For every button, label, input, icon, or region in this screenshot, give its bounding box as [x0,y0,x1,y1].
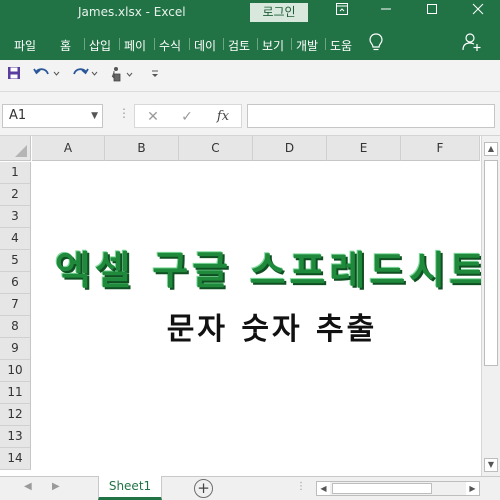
row-header-12[interactable]: 12 [0,404,31,426]
ribbon-tab-bar: 파일 홈 삽입 페이 수식 데이 검토 보기 개발 도움 [0,26,500,60]
insert-function-icon[interactable]: fx [213,107,233,127]
name-box[interactable]: A1 ▼ [2,104,103,128]
row-header-6[interactable]: 6 [0,272,31,294]
column-header-d[interactable]: D [253,136,327,161]
column-header-b[interactable]: B [105,136,179,161]
cell-area[interactable]: 엑셀 구글 스프레드시트 문자 숫자 추출 [32,162,485,476]
horizontal-scroll-thumb[interactable] [332,483,432,494]
tab-developer[interactable]: 개발 [296,37,318,54]
maximize-icon[interactable] [420,2,444,24]
tab-insert[interactable]: 삽입 [89,37,111,54]
row-header-5[interactable]: 5 [0,250,31,272]
redo-icon[interactable] [70,66,100,86]
tab-splitter[interactable]: ⋮ [296,481,306,492]
lightbulb-icon[interactable] [368,32,384,55]
cancel-icon[interactable]: ✕ [143,107,163,127]
tab-data[interactable]: 데이 [194,37,216,54]
enter-icon[interactable]: ✓ [177,107,197,127]
row-header-2[interactable]: 2 [0,184,31,206]
tab-formulas[interactable]: 수식 [159,37,181,54]
row-header-7[interactable]: 7 [0,294,31,316]
tab-separator [189,38,190,50]
row-header-4[interactable]: 4 [0,228,31,250]
select-all-triangle-icon [15,145,27,157]
minimize-icon[interactable] [374,2,398,24]
vertical-scrollbar[interactable]: ▲ ▼ [481,136,500,476]
column-header-e[interactable]: E [327,136,401,161]
scroll-right-icon[interactable]: ▶ [466,482,479,495]
tab-separator [325,38,326,50]
add-sheet-icon[interactable]: + [194,479,213,498]
subheadline-text: 문자 숫자 추출 [166,312,378,347]
horizontal-scrollbar[interactable]: ◀ ▶ [316,481,480,496]
formula-input[interactable] [247,104,495,128]
tab-separator [257,38,258,50]
login-button[interactable]: 로그인 [250,3,308,22]
touch-mode-icon[interactable] [107,66,135,86]
quick-access-toolbar [0,60,500,92]
sheet-tab-sheet1[interactable]: Sheet1 [98,476,162,500]
scroll-up-icon[interactable]: ▲ [484,142,498,156]
tab-separator [119,38,120,50]
tab-view[interactable]: 보기 [262,37,284,54]
select-all-corner[interactable] [0,136,31,161]
column-header-c[interactable]: C [179,136,253,161]
row-header-9[interactable]: 9 [0,338,31,360]
row-header-1[interactable]: 1 [0,162,31,184]
row-header-14[interactable]: 14 [0,448,31,470]
worksheet-grid: A B C D E F 1 2 3 4 5 6 7 8 9 10 11 12 1… [0,136,500,476]
share-person-icon[interactable] [462,32,482,55]
name-box-value: A1 [9,108,27,123]
name-box-dropdown-icon[interactable]: ▼ [91,105,98,127]
tab-separator [291,38,292,50]
column-header-f[interactable]: F [401,136,480,161]
formula-bar-area: A1 ▼ ⋮ ✕ ✓ fx [0,92,500,136]
window-title: James.xlsx - Excel [78,5,186,19]
next-sheet-icon[interactable]: ▶ [52,481,60,492]
scroll-down-icon[interactable]: ▼ [484,458,498,472]
row-header-11[interactable]: 11 [0,382,31,404]
save-icon[interactable] [5,66,23,86]
close-icon[interactable] [466,2,490,24]
row-header-10[interactable]: 10 [0,360,31,382]
formula-bar-splitter[interactable]: ⋮ [118,106,130,120]
row-header-8[interactable]: 8 [0,316,31,338]
tab-separator [223,38,224,50]
tab-review[interactable]: 검토 [228,37,250,54]
sheet-tab-bar: ◀ ▶ Sheet1 + ⋮ ◀ ▶ [0,476,500,500]
row-header-3[interactable]: 3 [0,206,31,228]
tab-page-layout[interactable]: 페이 [124,37,146,54]
column-header-a[interactable]: A [32,136,105,161]
customize-qat-icon[interactable] [148,66,162,86]
formula-buttons: ✕ ✓ fx [134,104,242,128]
prev-sheet-icon[interactable]: ◀ [24,481,32,492]
tab-file[interactable]: 파일 [14,37,36,54]
headline-text: 엑셀 구글 스프레드시트 [55,249,489,294]
scroll-left-icon[interactable]: ◀ [317,482,330,495]
row-header-13[interactable]: 13 [0,426,31,448]
title-bar: James.xlsx - Excel 로그인 [0,0,500,26]
vertical-scroll-thumb[interactable] [484,160,498,366]
undo-icon[interactable] [32,66,62,86]
tab-separator [154,38,155,50]
tab-home[interactable]: 홈 [60,37,71,54]
ribbon-display-icon[interactable] [330,2,354,24]
tab-separator [84,38,85,50]
tab-help[interactable]: 도움 [330,37,352,54]
